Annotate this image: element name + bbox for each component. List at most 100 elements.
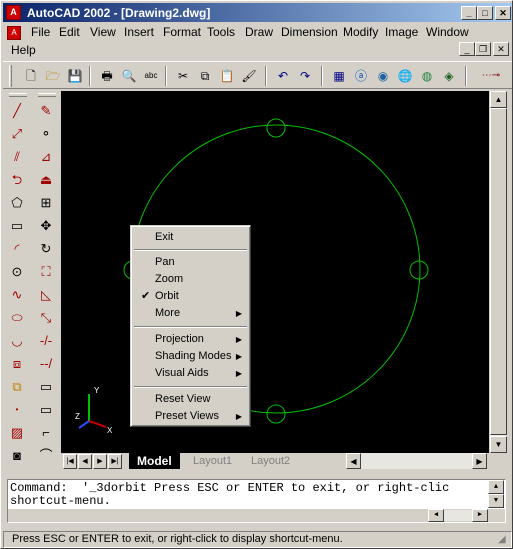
break-icon[interactable]: ▭ bbox=[34, 400, 58, 420]
cmd-scroll-up-button[interactable]: ▲ bbox=[488, 480, 504, 494]
trim-icon[interactable]: -/- bbox=[34, 331, 58, 351]
cut-icon[interactable]: ✂ bbox=[173, 67, 193, 85]
menu-modify[interactable]: Modify bbox=[339, 23, 382, 41]
today-icon[interactable]: ◉ bbox=[373, 67, 393, 85]
move-icon[interactable]: ✥ bbox=[34, 216, 58, 236]
design-center-icon[interactable]: ⓐ bbox=[351, 67, 371, 85]
spell-check-icon[interactable]: abc bbox=[141, 67, 161, 85]
vertical-scrollbar[interactable]: ▲ ▼ bbox=[490, 91, 507, 453]
title-bar[interactable]: A AutoCAD 2002 - [Drawing2.dwg] _ □ ✕ bbox=[3, 3, 512, 22]
tab-last-button[interactable]: ▶| bbox=[108, 454, 122, 469]
toolbar-grip[interactable] bbox=[38, 93, 56, 97]
ctx-item-preset-views[interactable]: Preset Views ▶ bbox=[133, 408, 248, 425]
scroll-up-button[interactable]: ▲ bbox=[490, 91, 507, 108]
tab-model[interactable]: Model bbox=[129, 453, 180, 469]
resize-grip-icon[interactable]: ◢ bbox=[498, 534, 506, 545]
circle-icon[interactable]: ⊙ bbox=[5, 262, 29, 282]
ctx-item-projection[interactable]: Projection ▶ bbox=[133, 331, 248, 348]
scroll-thumb[interactable] bbox=[490, 108, 507, 435]
menu-draw[interactable]: Draw bbox=[241, 23, 277, 41]
extend-icon[interactable]: --/ bbox=[34, 354, 58, 374]
copy-object-icon[interactable]: ⚬ bbox=[34, 124, 58, 144]
menu-view[interactable]: View bbox=[86, 23, 120, 41]
open-icon[interactable]: 🗁 bbox=[43, 67, 63, 85]
ctx-item-shading-modes[interactable]: Shading Modes ▶ bbox=[133, 348, 248, 365]
ctx-item-more[interactable]: More ▶ bbox=[133, 305, 248, 322]
tab-first-button[interactable]: |◀ bbox=[63, 454, 77, 469]
scroll-down-button[interactable]: ▼ bbox=[490, 436, 507, 453]
menu-edit[interactable]: Edit bbox=[55, 23, 84, 41]
paste-icon[interactable]: 📋 bbox=[217, 67, 237, 85]
ellipse-icon[interactable]: ⬭ bbox=[5, 308, 29, 328]
properties-icon[interactable]: ▦ bbox=[329, 67, 349, 85]
menu-format[interactable]: Format bbox=[159, 23, 205, 41]
tab-prev-button[interactable]: ◀ bbox=[78, 454, 92, 469]
lengthen-icon[interactable]: ⤡ bbox=[34, 308, 58, 328]
document-icon[interactable]: A bbox=[7, 26, 21, 40]
undo-icon[interactable]: ↶ bbox=[273, 67, 293, 85]
multiline-icon[interactable]: ⫽ bbox=[5, 147, 29, 167]
drawing-canvas[interactable]: Y X Z bbox=[61, 91, 489, 453]
match-properties-icon[interactable]: 🖌 bbox=[239, 67, 259, 85]
menu-dimension[interactable]: Dimension bbox=[277, 23, 342, 41]
save-icon[interactable]: 💾 bbox=[65, 67, 85, 85]
toolbar-grip[interactable] bbox=[9, 93, 27, 97]
minimize-button[interactable]: _ bbox=[461, 6, 477, 20]
hscroll-right-button[interactable]: ▶ bbox=[472, 453, 487, 469]
maximize-button[interactable]: □ bbox=[477, 6, 493, 20]
new-icon[interactable]: 🗋 bbox=[21, 67, 41, 85]
erase-icon[interactable]: ✎ bbox=[34, 101, 58, 121]
ucs-icon[interactable]: ⋯⊸ bbox=[481, 67, 501, 85]
menu-help[interactable]: Help bbox=[7, 41, 40, 59]
hscroll-left-button[interactable]: ◀ bbox=[346, 453, 361, 469]
spline-icon[interactable]: ∿ bbox=[5, 285, 29, 305]
ctx-item-zoom[interactable]: Zoom bbox=[133, 271, 248, 288]
hscroll-track[interactable] bbox=[361, 453, 472, 469]
arc-icon[interactable]: ◜ bbox=[5, 239, 29, 259]
web-icon[interactable]: 🌐 bbox=[395, 67, 415, 85]
menu-window[interactable]: Window bbox=[422, 23, 473, 41]
cmd-scroll-down-button[interactable]: ▼ bbox=[488, 494, 504, 508]
toolbar-grip[interactable] bbox=[9, 65, 12, 87]
tab-layout1[interactable]: Layout1 bbox=[185, 453, 240, 469]
tab-next-button[interactable]: ▶ bbox=[93, 454, 107, 469]
ctx-item-orbit[interactable]: ✔ Orbit bbox=[133, 288, 248, 305]
print-icon[interactable]: 🖶 bbox=[97, 67, 117, 85]
mirror-icon[interactable]: ⊿ bbox=[34, 147, 58, 167]
close-button[interactable]: ✕ bbox=[495, 6, 511, 20]
break-at-point-icon[interactable]: ▭ bbox=[34, 377, 58, 397]
make-block-icon[interactable]: ⧉ bbox=[5, 377, 29, 397]
command-line[interactable]: Command: '_3dorbit Press ESC or ENTER to… bbox=[7, 479, 506, 523]
construction-line-icon[interactable]: ⤢ bbox=[5, 124, 29, 144]
doc-close-button[interactable]: ✕ bbox=[493, 42, 509, 56]
polyline-icon[interactable]: ⮌ bbox=[5, 170, 29, 190]
doc-minimize-button[interactable]: _ bbox=[459, 42, 475, 56]
polygon-icon[interactable]: ⬠ bbox=[5, 193, 29, 213]
copy-icon[interactable]: ⧉ bbox=[195, 67, 215, 85]
rectangle-icon[interactable]: ▭ bbox=[5, 216, 29, 236]
cmd-scroll-right-button[interactable]: ▶ bbox=[472, 509, 488, 522]
array-icon[interactable]: ⊞ bbox=[34, 193, 58, 213]
menu-file[interactable]: File bbox=[27, 23, 54, 41]
menu-tools[interactable]: Tools bbox=[203, 23, 239, 41]
hatch-icon[interactable]: ▨ bbox=[5, 423, 29, 443]
ellipse-arc-icon[interactable]: ◡ bbox=[5, 331, 29, 351]
ctx-item-visual-aids[interactable]: Visual Aids ▶ bbox=[133, 365, 248, 382]
region-icon[interactable]: ◙ bbox=[5, 446, 29, 466]
offset-icon[interactable]: ⏏ bbox=[34, 170, 58, 190]
ctx-item-pan[interactable]: Pan bbox=[133, 254, 248, 271]
fillet-icon[interactable]: ⌒ bbox=[34, 446, 58, 466]
point-icon[interactable]: • bbox=[5, 400, 29, 420]
tab-layout2[interactable]: Layout2 bbox=[243, 453, 298, 469]
ctx-item-reset-view[interactable]: Reset View bbox=[133, 391, 248, 408]
menu-insert[interactable]: Insert bbox=[120, 23, 158, 41]
meet-now-icon[interactable]: ◍ bbox=[417, 67, 437, 85]
cmd-hscroll-track[interactable] bbox=[444, 510, 472, 521]
chamfer-icon[interactable]: ⌐ bbox=[34, 423, 58, 443]
nav-icon[interactable]: ◈ bbox=[439, 67, 459, 85]
print-preview-icon[interactable]: 🔍 bbox=[119, 67, 139, 85]
scale-icon[interactable]: ⛶ bbox=[34, 262, 58, 282]
insert-block-icon[interactable]: ⧈ bbox=[5, 354, 29, 374]
menu-image[interactable]: Image bbox=[381, 23, 422, 41]
stretch-icon[interactable]: ◺ bbox=[34, 285, 58, 305]
